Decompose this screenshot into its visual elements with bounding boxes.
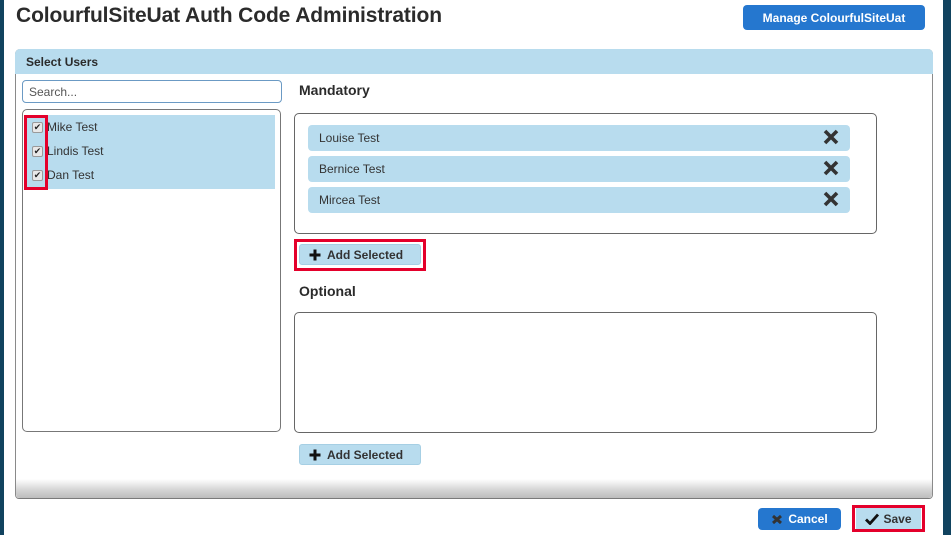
check-icon: ✔ (33, 169, 42, 180)
user-checkbox[interactable]: ✔ (32, 145, 43, 157)
manage-site-button[interactable]: Manage ColourfulSiteUat (743, 5, 925, 30)
search-input[interactable] (22, 80, 282, 103)
add-selected-label: Add Selected (327, 247, 404, 262)
mandatory-member-tag: Louise Test (308, 125, 850, 151)
member-name: Louise Test (319, 131, 380, 145)
member-name: Bernice Test (319, 162, 385, 176)
selected-users-group: ✔ Mike Test ✔ Lindis Test ✔ Dan Test (27, 115, 275, 189)
add-selected-optional-button[interactable]: Add Selected (299, 444, 421, 465)
page-title: ColourfulSiteUat Auth Code Administratio… (16, 4, 442, 27)
mandatory-member-tag: Bernice Test (308, 156, 850, 182)
save-label: Save (883, 511, 912, 526)
cancel-label: Cancel (788, 512, 828, 526)
left-border-strip (0, 0, 4, 535)
list-item[interactable]: ✔ Dan Test (27, 163, 275, 187)
optional-members-box (294, 312, 877, 433)
add-selected-mandatory-button[interactable]: Add Selected (299, 244, 421, 265)
user-name: Lindis Test (47, 144, 104, 158)
user-checkbox[interactable]: ✔ (32, 121, 43, 133)
list-item[interactable]: ✔ Mike Test (27, 115, 275, 139)
panel-header: Select Users (15, 49, 933, 74)
add-selected-label: Add Selected (327, 447, 404, 462)
plus-icon (309, 449, 321, 460)
user-name: Mike Test (47, 120, 98, 134)
list-item[interactable]: ✔ Lindis Test (27, 139, 275, 163)
check-icon: ✔ (33, 145, 42, 156)
close-icon[interactable] (822, 190, 840, 208)
mandatory-members-box: Louise Test Bernice Test Mircea Test (294, 113, 877, 234)
save-button[interactable]: Save (856, 508, 921, 529)
right-border-strip (943, 0, 951, 535)
close-icon[interactable] (822, 128, 840, 146)
mandatory-label: Mandatory (299, 82, 370, 98)
member-name: Mircea Test (319, 193, 381, 207)
mandatory-member-tag: Mircea Test (308, 187, 850, 213)
panel-footer (16, 479, 932, 498)
close-icon[interactable] (822, 159, 840, 177)
check-icon (865, 513, 880, 525)
user-list: ✔ Mike Test ✔ Lindis Test ✔ Dan Test (22, 109, 281, 432)
check-icon: ✔ (33, 121, 42, 132)
cancel-button[interactable]: Cancel (758, 508, 841, 530)
user-name: Dan Test (47, 168, 95, 182)
plus-icon (309, 249, 321, 260)
optional-label: Optional (299, 283, 356, 299)
user-checkbox[interactable]: ✔ (32, 169, 43, 181)
cancel-icon (772, 514, 783, 524)
